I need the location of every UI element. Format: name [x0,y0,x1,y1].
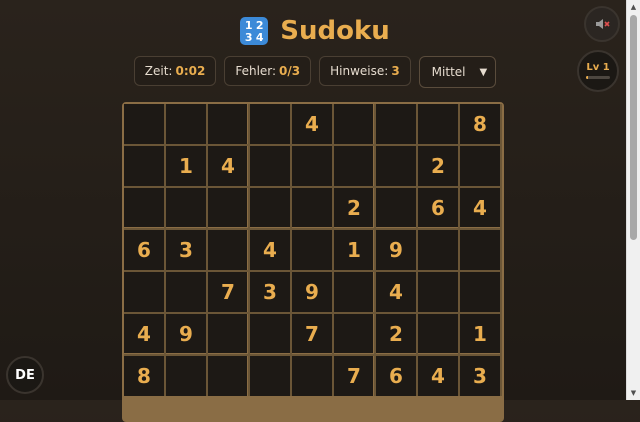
sudoku-cell[interactable] [124,146,164,186]
level-progress-fill [586,76,589,79]
sudoku-cell[interactable]: 7 [208,272,248,312]
language-label: DE [15,367,35,383]
sudoku-cell[interactable]: 9 [292,272,332,312]
scroll-up-icon[interactable]: ▲ [627,0,640,14]
sudoku-cell[interactable]: 3 [460,356,500,396]
sudoku-cell[interactable] [460,230,500,270]
sudoku-cell[interactable] [250,104,290,144]
level-badge[interactable]: Lv 1 [577,50,619,92]
scrollbar-thumb[interactable] [630,15,637,240]
sudoku-cell[interactable]: 6 [376,356,416,396]
sudoku-cell[interactable] [124,104,164,144]
timer-stat: Zeit: 0:02 [133,56,217,86]
logo-digit: 3 [244,30,253,44]
logo-digit: 4 [255,30,264,44]
sudoku-cell[interactable]: 2 [418,146,458,186]
errors-label: Fehler: [235,64,277,78]
sudoku-cell[interactable]: 3 [166,230,206,270]
sudoku-cell[interactable] [250,188,290,228]
difficulty-value: Mittel [431,65,466,79]
sudoku-cell[interactable] [250,314,290,354]
level-progress-bar [586,76,610,79]
sudoku-cell[interactable]: 9 [376,230,416,270]
chevron-down-icon: ▼ [479,66,488,78]
sudoku-cell[interactable] [208,104,248,144]
sudoku-cell[interactable] [376,104,416,144]
sudoku-cell[interactable] [460,272,500,312]
level-label: Lv 1 [586,62,610,73]
sudoku-cell[interactable] [376,188,416,228]
sudoku-cell[interactable] [166,188,206,228]
app-header: 1 2 3 4 Sudoku [0,16,630,46]
hints-value: 3 [391,64,400,78]
sudoku-logo-icon: 1 2 3 4 [240,17,269,45]
sudoku-cell[interactable] [418,314,458,354]
sudoku-cell[interactable] [166,104,206,144]
sudoku-cell[interactable] [250,146,290,186]
logo-digit: 1 [244,18,253,32]
sudoku-cell[interactable]: 7 [334,356,374,396]
timer-label: Zeit: [144,64,173,78]
sudoku-cell[interactable] [292,356,332,396]
difficulty-select[interactable]: Mittel ▼ [418,56,497,88]
sudoku-cell[interactable]: 4 [418,356,458,396]
sudoku-cell[interactable] [418,272,458,312]
sudoku-cell[interactable]: 4 [292,104,332,144]
sudoku-cell[interactable]: 1 [334,230,374,270]
sudoku-cell[interactable]: 4 [124,314,164,354]
sudoku-cell[interactable] [250,356,290,396]
errors-stat: Fehler: 0/3 [224,56,312,86]
scroll-down-icon[interactable]: ▼ [627,386,640,400]
sudoku-cell[interactable]: 3 [250,272,290,312]
sudoku-cell[interactable] [208,188,248,228]
mute-button[interactable] [584,6,620,42]
sudoku-cell[interactable]: 1 [166,146,206,186]
sudoku-cell[interactable]: 2 [376,314,416,354]
sudoku-cell[interactable] [292,188,332,228]
sudoku-cell[interactable] [124,188,164,228]
sudoku-cell[interactable] [460,146,500,186]
sudoku-cell[interactable]: 6 [418,188,458,228]
sudoku-cell[interactable]: 7 [292,314,332,354]
sudoku-grid: 481422646341973944972187643 [124,104,502,396]
sudoku-cell[interactable] [208,230,248,270]
logo-digit: 2 [255,18,264,32]
sudoku-cell[interactable] [334,146,374,186]
sudoku-cell[interactable] [292,230,332,270]
sudoku-cell[interactable]: 2 [334,188,374,228]
sudoku-cell[interactable]: 1 [460,314,500,354]
sudoku-cell[interactable]: 4 [250,230,290,270]
sudoku-cell[interactable] [124,272,164,312]
sudoku-cell[interactable]: 6 [124,230,164,270]
sudoku-cell[interactable] [334,104,374,144]
hints-label: Hinweise: [330,64,389,78]
errors-value: 0/3 [279,64,301,78]
sudoku-cell[interactable] [376,146,416,186]
sudoku-board: 481422646341973944972187643 [122,102,504,422]
sudoku-cell[interactable] [334,314,374,354]
speaker-muted-icon [596,19,610,29]
stats-bar: Zeit: 0:02 Fehler: 0/3 Hinweise: 3 Mitte… [0,56,630,88]
sudoku-cell[interactable] [208,356,248,396]
sudoku-cell[interactable]: 4 [460,188,500,228]
page-title: Sudoku [280,16,390,46]
sudoku-cell[interactable]: 8 [124,356,164,396]
language-button[interactable]: DE [6,356,44,394]
sudoku-cell[interactable] [166,272,206,312]
sudoku-cell[interactable] [418,230,458,270]
sudoku-cell[interactable] [334,272,374,312]
sudoku-cell[interactable]: 4 [208,146,248,186]
page-scrollbar[interactable]: ▲ ▼ [626,0,640,400]
sudoku-cell[interactable] [418,104,458,144]
hints-stat[interactable]: Hinweise: 3 [319,56,411,86]
sudoku-cell[interactable] [166,356,206,396]
sudoku-cell[interactable] [208,314,248,354]
timer-value: 0:02 [175,64,206,78]
sudoku-cell[interactable]: 4 [376,272,416,312]
sudoku-cell[interactable]: 9 [166,314,206,354]
sudoku-cell[interactable] [292,146,332,186]
sudoku-cell[interactable]: 8 [460,104,500,144]
